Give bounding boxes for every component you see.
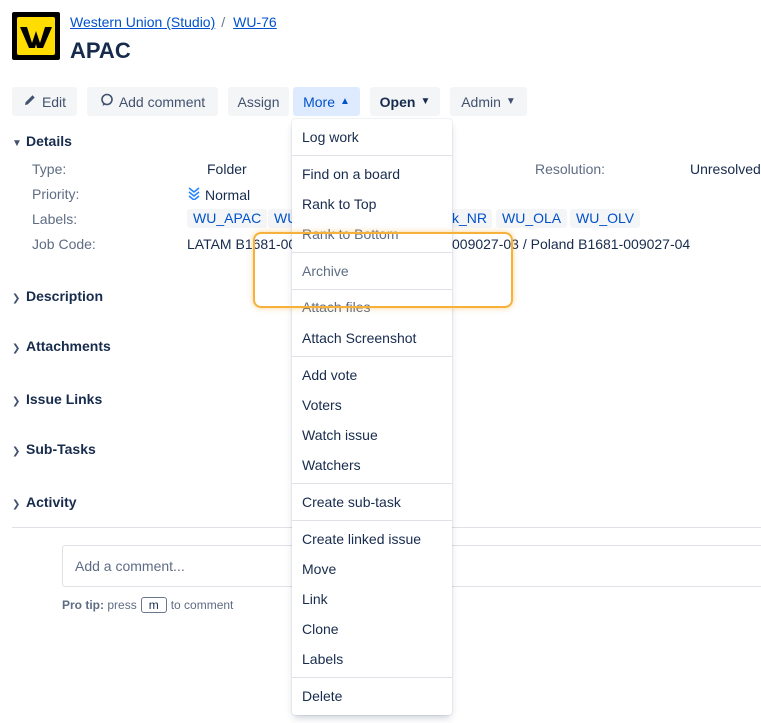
pencil-icon: [23, 93, 37, 110]
attachments-section-toggle[interactable]: ❯ Attachments: [12, 338, 111, 354]
menu-item-delete[interactable]: Delete: [292, 682, 452, 710]
more-button-label: More: [303, 93, 335, 110]
resolution-value: Unresolved: [690, 161, 761, 177]
menu-item-create-linked-issue[interactable]: Create linked issue: [292, 525, 452, 553]
label-tag[interactable]: WU: [268, 209, 292, 228]
menu-item-move[interactable]: Move: [292, 555, 452, 583]
menu-item-attach-screenshot[interactable]: Attach Screenshot: [292, 324, 452, 352]
activity-heading: Activity: [26, 494, 77, 510]
project-avatar[interactable]: [12, 12, 60, 60]
menu-item-create-sub-task[interactable]: Create sub-task: [292, 488, 452, 516]
add-comment-placeholder: Add a comment...: [75, 558, 185, 574]
pro-tip-label: Pro tip:: [62, 598, 104, 612]
sub-tasks-section-toggle[interactable]: ❯ Sub-Tasks: [12, 441, 96, 457]
menu-divider: [292, 677, 452, 678]
menu-item-find-on-board[interactable]: Find on a board: [292, 160, 452, 188]
assign-button[interactable]: Assign: [228, 87, 289, 116]
type-value: Folder: [207, 161, 247, 177]
menu-item-link[interactable]: Link: [292, 585, 452, 613]
description-section-toggle[interactable]: ❯ Description: [12, 288, 103, 304]
resolution-label: Resolution:: [535, 161, 606, 177]
admin-button[interactable]: Admin ▼: [450, 87, 527, 116]
description-heading: Description: [26, 288, 104, 304]
pro-tip-suffix: to comment: [170, 598, 234, 612]
label-tag[interactable]: k_NR: [452, 209, 492, 228]
comment-icon: [100, 93, 114, 110]
breadcrumb-issue-link[interactable]: WU-76: [233, 14, 277, 30]
menu-divider: [292, 483, 452, 484]
chevron-down-icon: ▼: [505, 96, 516, 107]
priority-value-text: Normal: [205, 186, 251, 203]
more-button[interactable]: More ▲: [293, 87, 360, 116]
label-tag[interactable]: WU_APAC: [187, 209, 268, 228]
chevron-right-icon: ❯: [12, 293, 21, 304]
pro-tip-press: press: [107, 598, 137, 612]
admin-button-label: Admin: [461, 93, 501, 110]
menu-divider: [292, 520, 452, 521]
menu-item-watch-issue[interactable]: Watch issue: [292, 421, 452, 449]
open-status-label: Open: [379, 93, 416, 110]
more-actions-menu: Log work Find on a board Rank to Top Ran…: [292, 119, 452, 715]
breadcrumb-separator: /: [221, 14, 226, 30]
menu-divider: [292, 155, 452, 156]
details-section-toggle[interactable]: ▼ Details: [12, 133, 72, 149]
edit-button[interactable]: Edit: [12, 87, 77, 116]
open-status-button[interactable]: Open ▼: [370, 87, 440, 116]
chevron-down-icon: ▼: [12, 138, 22, 149]
menu-item-rank-to-top[interactable]: Rank to Top: [292, 190, 452, 218]
menu-item-log-work[interactable]: Log work: [292, 123, 452, 151]
job-code-label: Job Code:: [32, 236, 96, 252]
menu-item-add-vote[interactable]: Add vote: [292, 361, 452, 389]
issue-links-heading: Issue Links: [26, 391, 103, 407]
label-tag[interactable]: WU_OLA: [496, 209, 568, 228]
chevron-right-icon: ❯: [12, 396, 21, 407]
priority-label: Priority:: [32, 186, 80, 202]
edit-button-label: Edit: [41, 93, 67, 110]
sub-tasks-heading: Sub-Tasks: [26, 441, 96, 457]
menu-item-archive[interactable]: Archive: [292, 257, 452, 285]
breadcrumb-project-link[interactable]: Western Union (Studio): [70, 14, 215, 30]
add-comment-button-label: Add comment: [118, 93, 206, 110]
type-label: Type:: [32, 161, 67, 177]
assign-button-label: Assign: [237, 93, 280, 110]
details-heading: Details: [26, 133, 72, 149]
menu-item-clone[interactable]: Clone: [292, 615, 452, 643]
add-comment-button[interactable]: Add comment: [87, 87, 218, 116]
chevron-right-icon: ❯: [12, 446, 21, 457]
pro-tip: Pro tip: press m to comment: [62, 597, 233, 613]
western-union-logo-icon: [17, 17, 55, 55]
menu-item-labels[interactable]: Labels: [292, 645, 452, 673]
chevron-right-icon: ❯: [12, 499, 21, 510]
priority-normal-icon: [187, 186, 201, 203]
menu-item-voters[interactable]: Voters: [292, 391, 452, 419]
attachments-heading: Attachments: [26, 338, 111, 354]
chevron-up-icon: ▲: [340, 96, 350, 107]
breadcrumb: Western Union (Studio) / WU-76: [70, 14, 277, 30]
page-title: APAC: [70, 38, 131, 63]
keyboard-shortcut-key: m: [140, 597, 167, 613]
activity-section-toggle[interactable]: ❯ Activity: [12, 494, 77, 510]
menu-divider: [292, 252, 452, 253]
chevron-right-icon: ❯: [12, 343, 21, 354]
menu-item-watchers[interactable]: Watchers: [292, 451, 452, 479]
labels-label: Labels:: [32, 211, 78, 227]
priority-value: Normal: [187, 186, 250, 203]
label-tag[interactable]: WU_OLV: [570, 209, 641, 228]
job-code-value-right: 009027-03 / Poland B1681-009027-04: [452, 236, 691, 252]
menu-divider: [292, 356, 452, 357]
menu-item-attach-files[interactable]: Attach files: [292, 300, 452, 320]
chevron-down-icon: ▼: [420, 96, 431, 107]
menu-item-rank-to-bottom[interactable]: Rank to Bottom: [292, 220, 452, 242]
menu-divider: [292, 289, 452, 290]
job-code-value-left: LATAM B1681-00: [187, 236, 292, 252]
issue-links-section-toggle[interactable]: ❯ Issue Links: [12, 391, 102, 407]
